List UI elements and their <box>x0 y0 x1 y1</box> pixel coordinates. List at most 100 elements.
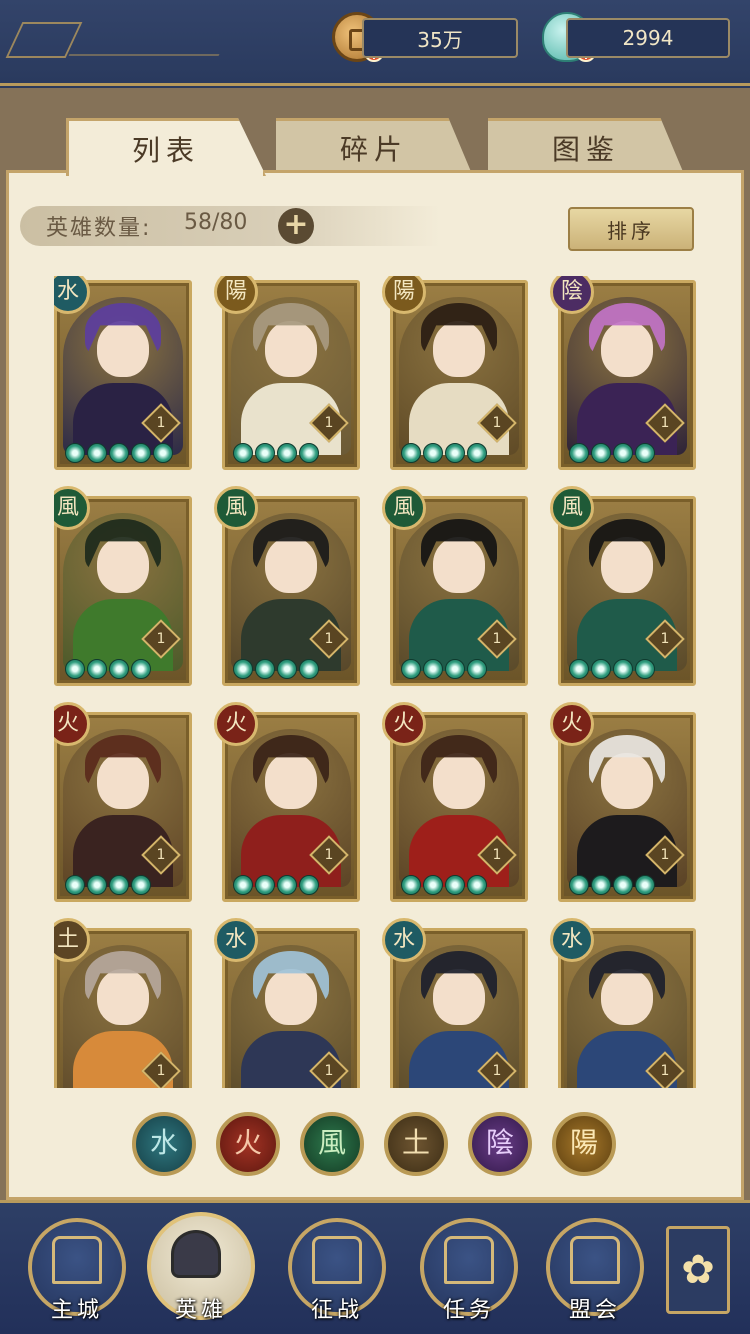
jade-star-icon <box>445 875 465 895</box>
tab-label: 列表 <box>131 133 200 167</box>
tab-label: 图鉴 <box>551 132 620 166</box>
hero-level: 1 <box>660 1063 670 1079</box>
jade-star-icon <box>109 659 129 679</box>
jade-star-icon <box>467 659 487 679</box>
jade-star-icon <box>591 443 611 463</box>
hero-level: 1 <box>324 1063 334 1079</box>
element-water-icon: 水 <box>550 918 594 962</box>
element-wind-icon: 風 <box>550 486 594 530</box>
element-fire-icon: 火 <box>382 702 426 746</box>
jade-star-icon <box>233 443 253 463</box>
nav-quests-icon <box>444 1236 494 1284</box>
coin-amount: 35万 <box>417 27 463 52</box>
hero-level: 1 <box>324 415 334 431</box>
element-water-icon: 水 <box>382 918 426 962</box>
hero-star-rating <box>233 659 319 679</box>
hero-level: 1 <box>492 847 502 863</box>
nav-city-icon <box>52 1236 102 1284</box>
nav-heroes-icon <box>171 1230 221 1278</box>
jade-star-icon <box>255 443 275 463</box>
hero-star-rating <box>401 875 487 895</box>
element-water-icon: 水 <box>214 918 258 962</box>
element-fire-icon: 火 <box>550 702 594 746</box>
jade-star-icon <box>87 443 107 463</box>
jade-star-icon <box>467 875 487 895</box>
hero-count-value: 58/80 <box>184 210 248 235</box>
hero-level: 1 <box>324 847 334 863</box>
jade-star-icon <box>87 659 107 679</box>
jade-star-icon <box>233 659 253 679</box>
hero-level: 1 <box>156 1063 166 1079</box>
menu-icon[interactable]: ✿ <box>666 1226 730 1314</box>
element-wind-icon: 風 <box>214 486 258 530</box>
jade-star-icon <box>277 443 297 463</box>
gem-counter: 2994 <box>566 18 730 58</box>
hero-level: 1 <box>156 631 166 647</box>
filter-yin-button[interactable]: 陰 <box>468 1112 532 1176</box>
nav-battle-label: 征战 <box>310 1298 363 1323</box>
jade-star-icon <box>401 443 421 463</box>
jade-star-icon <box>423 875 443 895</box>
filter-yang-button[interactable]: 陽 <box>552 1112 616 1176</box>
element-fire-icon: 火 <box>214 702 258 746</box>
jade-star-icon <box>591 659 611 679</box>
hero-star-rating <box>401 443 487 463</box>
jade-star-icon <box>299 443 319 463</box>
jade-star-icon <box>613 875 633 895</box>
gem-amount: 2994 <box>622 26 674 50</box>
jade-star-icon <box>87 875 107 895</box>
hero-star-rating <box>569 875 655 895</box>
hero-level: 1 <box>492 415 502 431</box>
element-filter-row: 水火風土陰陽 <box>132 1112 622 1178</box>
jade-star-icon <box>255 875 275 895</box>
hero-grid: 1水1陽1陽1陰1風1風1風1風1火1火1火1火1土1水1水1水 <box>54 276 696 1088</box>
jade-star-icon <box>233 875 253 895</box>
element-wind-icon: 風 <box>382 486 426 530</box>
hero-star-rating <box>233 443 319 463</box>
jade-star-icon <box>109 443 129 463</box>
hero-star-rating <box>65 659 151 679</box>
jade-star-icon <box>153 443 173 463</box>
jade-star-icon <box>131 875 151 895</box>
jade-star-icon <box>65 875 85 895</box>
jade-star-icon <box>613 443 633 463</box>
jade-star-icon <box>423 443 443 463</box>
hero-star-rating <box>233 875 319 895</box>
hero-count-label: 英雄数量: <box>46 216 152 241</box>
jade-star-icon <box>613 659 633 679</box>
hero-level: 1 <box>492 631 502 647</box>
jade-star-icon <box>109 875 129 895</box>
tab-fragments[interactable]: 碎片 <box>276 118 472 174</box>
sort-button[interactable]: 排序 <box>568 207 694 251</box>
jade-star-icon <box>65 659 85 679</box>
nav-guild-label: 盟会 <box>568 1298 621 1323</box>
hero-level: 1 <box>492 1063 502 1079</box>
jade-star-icon <box>401 659 421 679</box>
jade-star-icon <box>131 443 151 463</box>
jade-star-icon <box>277 875 297 895</box>
jade-star-icon <box>423 659 443 679</box>
hero-level: 1 <box>660 847 670 863</box>
jade-star-icon <box>635 659 655 679</box>
jade-star-icon <box>635 443 655 463</box>
hero-level: 1 <box>324 631 334 647</box>
filter-earth-button[interactable]: 土 <box>384 1112 448 1176</box>
jade-star-icon <box>569 443 589 463</box>
jade-star-icon <box>569 659 589 679</box>
hero-level: 1 <box>156 847 166 863</box>
nav-quests-label: 任务 <box>442 1298 495 1323</box>
filter-water-button[interactable]: 水 <box>132 1112 196 1176</box>
tab-codex[interactable]: 图鉴 <box>488 118 684 174</box>
jade-star-icon <box>445 443 465 463</box>
jade-star-icon <box>635 875 655 895</box>
sort-label: 排序 <box>607 218 655 243</box>
nav-city-label: 主城 <box>50 1298 103 1323</box>
filter-fire-button[interactable]: 火 <box>216 1112 280 1176</box>
filter-wind-button[interactable]: 風 <box>300 1112 364 1176</box>
jade-star-icon <box>445 659 465 679</box>
coin-counter: 35万 <box>362 18 518 58</box>
nav-battle-icon <box>312 1236 362 1284</box>
tab-list[interactable]: 列表 <box>66 118 266 176</box>
expand-hero-slots-button[interactable]: + <box>278 208 314 244</box>
hero-level: 1 <box>660 631 670 647</box>
